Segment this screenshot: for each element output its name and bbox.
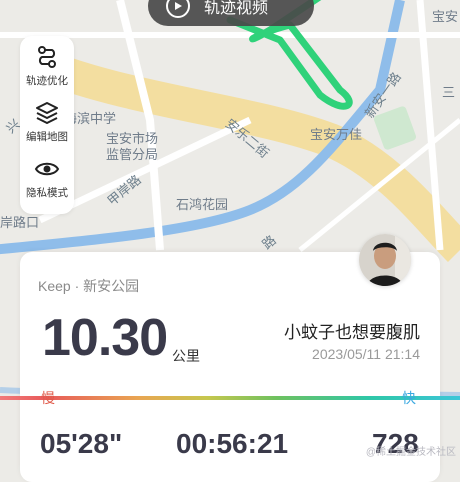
pace-slow-label: 慢	[41, 390, 55, 406]
avatar[interactable]	[359, 234, 411, 286]
map-label-san-corner: 三	[442, 85, 456, 100]
track-optimize-label: 轨迹优化	[26, 75, 68, 87]
map-label-bao-corner: 宝安	[432, 9, 459, 24]
track-optimize-icon	[38, 46, 56, 68]
track-video-label: 轨迹视频	[204, 0, 269, 17]
pace-gradient-line	[0, 396, 460, 400]
avatar-photo	[359, 234, 411, 286]
map-label-wanjia: 宝安万佳	[310, 127, 363, 142]
watermark: @稀土掘金技术社区	[365, 447, 456, 458]
activity-source: Keep · 新安公园	[38, 278, 140, 294]
distance-unit: 公里	[172, 348, 200, 364]
play-icon	[166, 0, 190, 18]
map-toolbar: 轨迹优化 编辑地图 隐私模式	[20, 36, 74, 214]
track-video-button[interactable]: 轨迹视频	[148, 0, 314, 26]
pace-scale: 慢 快	[0, 386, 460, 410]
edit-map-label: 编辑地图	[26, 131, 68, 143]
privacy-mode-label: 隐私模式	[26, 187, 68, 199]
map-label-anlu-kou: 岸路口	[0, 215, 40, 230]
layers-icon	[36, 102, 58, 124]
map-label-shihong-garden: 石鸿花园	[176, 197, 229, 212]
duration-stat: 00:56:21	[176, 428, 289, 459]
privacy-mode-button[interactable]: 隐私模式	[26, 156, 68, 212]
distance-value: 10.30	[42, 309, 168, 367]
eye-icon	[34, 162, 60, 176]
edit-map-button[interactable]: 编辑地图	[26, 100, 68, 156]
map-label-branch: 监管分局	[106, 147, 159, 162]
track-optimize-button[interactable]: 轨迹优化	[26, 44, 68, 100]
username: 小蚊子也想要腹肌	[284, 323, 420, 342]
pace-fast-label: 快	[402, 390, 416, 406]
pace-stat: 05'28"	[40, 428, 123, 459]
activity-datetime: 2023/05/11 21:14	[312, 346, 420, 362]
